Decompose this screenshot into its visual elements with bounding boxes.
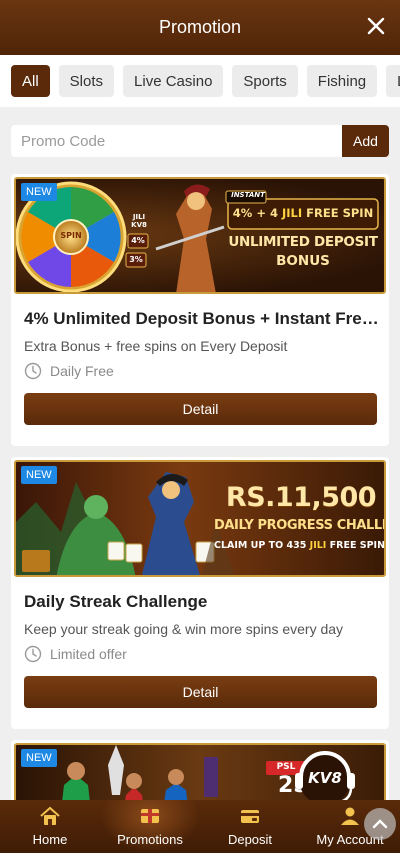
account-icon xyxy=(341,807,359,825)
validity-label: Limited offer xyxy=(50,646,127,662)
tab-live-casino[interactable]: Live Casino xyxy=(123,65,224,97)
banner-instant-label: INSTANT xyxy=(231,191,265,199)
tab-lottery[interactable]: Lo xyxy=(386,65,400,97)
tab-slots[interactable]: Slots xyxy=(58,65,115,97)
promotions-icon xyxy=(141,809,159,823)
nav-deposit[interactable]: Deposit xyxy=(200,800,300,853)
promotion-card: NEW RS.11,500 DAILY PROGRESS CHALLENGE C… xyxy=(11,457,389,729)
tab-fishing[interactable]: Fishing xyxy=(306,65,378,97)
wheel-tag-label: 3% xyxy=(129,255,143,264)
promotion-banner-image[interactable]: NEW INSTANT 4% + 4 JILI FREE SPIN UNLIMI… xyxy=(14,177,386,294)
kv8-logo: KV8 xyxy=(308,769,342,787)
home-icon xyxy=(40,806,60,825)
promotion-description: Extra Bonus + free spins on Every Deposi… xyxy=(24,338,288,354)
banner-subheadline: BONUS xyxy=(276,253,330,269)
promotion-banner-image[interactable]: NEW RS.11,500 DAILY PROGRESS CHALLENGE C… xyxy=(14,460,386,577)
deposit-icon xyxy=(241,810,259,823)
banner-amount: RS.11,500 xyxy=(225,482,377,513)
nav-promotions[interactable]: Promotions xyxy=(100,800,200,853)
new-badge: NEW xyxy=(21,183,57,201)
tab-all[interactable]: All xyxy=(11,65,50,97)
page-title: Promotion xyxy=(158,17,242,37)
detail-button[interactable]: Detail xyxy=(24,676,377,708)
wheel-tag-label: 4% xyxy=(131,236,145,245)
nav-home[interactable]: Home xyxy=(0,800,100,853)
close-icon[interactable] xyxy=(364,14,388,38)
banner-headline: DAILY PROGRESS CHALLENGE xyxy=(214,518,384,533)
promotion-description: Keep your streak going & win more spins … xyxy=(24,621,344,637)
nav-label: Deposit xyxy=(227,832,273,847)
new-badge: NEW xyxy=(21,466,57,484)
clock-icon xyxy=(24,362,42,380)
promotion-title: Daily Streak Challenge xyxy=(24,592,208,611)
bottom-navigation: Home Promotions Deposit My Account xyxy=(0,800,400,853)
promotion-card: NEW INSTANT 4% + 4 JILI FREE SPIN UNLIMI… xyxy=(11,174,389,446)
detail-button[interactable]: Detail xyxy=(24,393,377,425)
promotion-validity: Limited offer xyxy=(24,645,127,663)
top-header: Promotion xyxy=(0,0,400,55)
category-tabs: All Slots Live Casino Sports Fishing Lo xyxy=(0,55,400,107)
chevron-up-icon xyxy=(372,819,388,829)
wheel-brand-label: JILI KV8 xyxy=(131,213,147,229)
promotion-title: 4% Unlimited Deposit Bonus + Instant Fre… xyxy=(24,309,379,328)
promo-code-input[interactable] xyxy=(11,125,342,157)
tab-sports[interactable]: Sports xyxy=(232,65,298,97)
banner-subheadline: CLAIM UP TO 435 JILI FREE SPINS xyxy=(214,540,386,551)
promotion-validity: Daily Free xyxy=(24,362,114,380)
promo-code-row: Add xyxy=(11,125,389,157)
nav-label: Home xyxy=(32,832,68,847)
new-badge: NEW xyxy=(21,749,57,767)
nav-label: Promotions xyxy=(117,832,183,847)
banner-free-spin-text: 4% + 4 JILI FREE SPIN xyxy=(232,206,374,220)
banner-headline: UNLIMITED DEPOSIT xyxy=(228,234,378,250)
clock-icon xyxy=(24,645,42,663)
wheel-center-label: SPIN xyxy=(60,231,82,240)
validity-label: Daily Free xyxy=(50,363,114,379)
scroll-top-button[interactable] xyxy=(364,808,396,840)
add-promo-button[interactable]: Add xyxy=(342,125,389,157)
